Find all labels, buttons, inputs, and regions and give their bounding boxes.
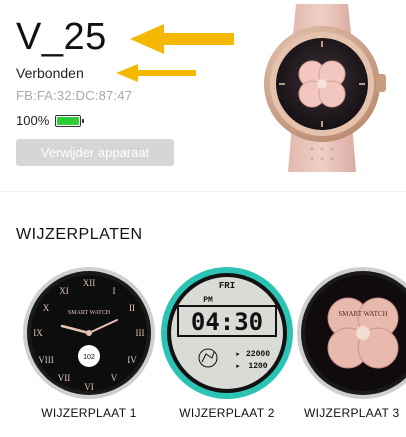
svg-text:X: X <box>43 303 50 313</box>
svg-text:IX: IX <box>33 328 43 338</box>
arrow-left-icon <box>130 24 234 54</box>
battery-icon <box>55 114 85 127</box>
svg-text:▸: ▸ <box>236 350 240 358</box>
svg-text:I: I <box>113 286 116 296</box>
watchface-label-2: WIJZERPLAAT 2 <box>179 406 275 420</box>
watchface-item-3[interactable]: SMART WATCH WIJZERPLAAT 3 <box>296 266 406 437</box>
svg-text:II: II <box>129 303 135 313</box>
watchface-2-steps: 22000 <box>246 350 270 359</box>
battery-percentage: 100% <box>16 113 50 128</box>
battery-status: 100% <box>16 113 85 128</box>
watchface-preview-2: FRI PM 04:30 22000 1200 ▸ ▸ <box>161 267 293 399</box>
svg-text:VII: VII <box>58 373 71 383</box>
watchface-2-ampm: PM <box>203 296 213 305</box>
watchface-2-calories: 1200 <box>248 362 267 371</box>
watchface-2-day: FRI <box>219 281 235 291</box>
remove-device-button[interactable]: Verwijder apparaat <box>16 139 174 166</box>
watch-product-image <box>264 4 386 172</box>
svg-text:VI: VI <box>84 382 94 392</box>
mac-address: FB:FA:32:DC:87:47 <box>16 88 133 103</box>
watchface-1-brand: SMART WATCH <box>68 310 111 316</box>
arrow-left-icon <box>116 64 196 82</box>
svg-text:IV: IV <box>127 355 137 365</box>
svg-text:XII: XII <box>83 278 96 288</box>
connection-status: Verbonden <box>16 65 84 81</box>
watchfaces-title: WIJZERPLATEN <box>16 226 143 243</box>
watchface-3-brand: SMART WATCH <box>338 310 387 318</box>
device-name: V_25 <box>16 16 107 58</box>
watchface-label-1: WIJZERPLAAT 1 <box>41 406 137 420</box>
svg-text:V: V <box>111 373 118 383</box>
watchface-preview-1: XII VI IX III I II IV V VII VIII X XI SM… <box>23 267 155 399</box>
section-divider <box>0 191 406 192</box>
watchface-list: XII VI IX III I II IV V VII VIII X XI SM… <box>0 266 406 437</box>
svg-text:XI: XI <box>59 286 69 296</box>
watchface-preview-3: SMART WATCH <box>297 267 406 399</box>
svg-text:▸: ▸ <box>236 362 240 370</box>
watchface-2-time: 04:30 <box>191 308 263 336</box>
watchface-1-value: 102 <box>83 354 95 361</box>
svg-text:VIII: VIII <box>38 355 54 365</box>
watchface-label-3: WIJZERPLAAT 3 <box>304 406 400 420</box>
svg-text:III: III <box>136 328 145 338</box>
